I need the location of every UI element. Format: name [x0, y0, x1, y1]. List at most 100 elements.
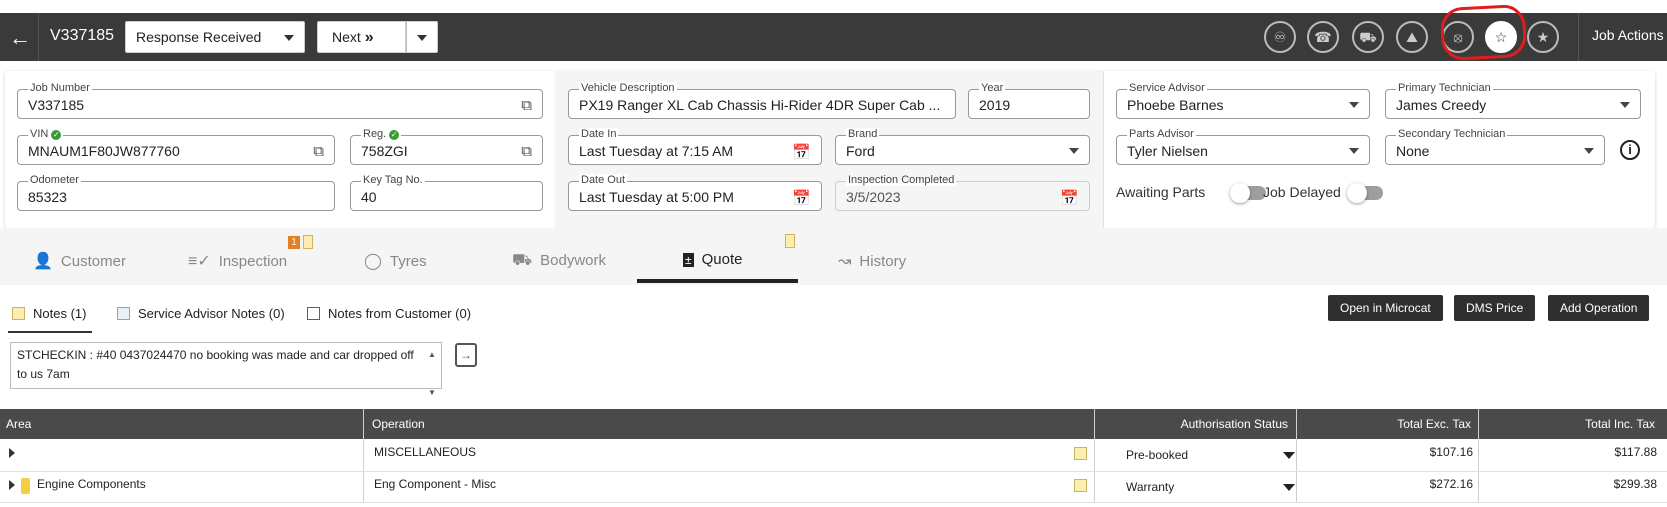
- row-status[interactable]: Warranty: [1126, 480, 1174, 494]
- date-out-label: Date Out: [579, 174, 628, 186]
- tab-label: Quote: [701, 251, 743, 268]
- vehicle-description-field[interactable]: Vehicle Description PX19 Ranger XL Cab C…: [568, 82, 956, 119]
- service-advisor-value: Phoebe Barnes: [1127, 97, 1224, 113]
- vin-field[interactable]: VIN ✓ MNAUM1F80JW877760 ⧉: [17, 128, 335, 165]
- notes-tab[interactable]: Notes (1): [12, 306, 86, 321]
- next-button[interactable]: Next »: [317, 21, 406, 53]
- service-advisor-select[interactable]: Service Advisor Phoebe Barnes: [1116, 82, 1370, 119]
- toggle-knob: [1347, 183, 1367, 203]
- notes-from-customer-tab[interactable]: Notes from Customer (0): [307, 306, 471, 321]
- waiting-customer-icon[interactable]: ♾: [1264, 21, 1296, 53]
- note-icon[interactable]: [1074, 479, 1087, 492]
- job-number-field[interactable]: Job Number V337185 ⧉: [17, 82, 543, 119]
- job-status-select[interactable]: Response Received: [125, 21, 305, 53]
- row-total-inc: $299.38: [1613, 477, 1657, 491]
- copy-icon[interactable]: ⧉: [313, 143, 324, 160]
- award-icon[interactable]: ★: [1527, 21, 1559, 53]
- secondary-technician-label: Secondary Technician: [1396, 128, 1508, 140]
- column-authorisation-status[interactable]: Authorisation Status: [1181, 409, 1288, 439]
- open-in-microcat-button[interactable]: Open in Microcat: [1328, 295, 1443, 321]
- key-tag-label: Key Tag No.: [361, 174, 425, 186]
- chevron-down-icon: [1620, 102, 1630, 108]
- date-out-value: Last Tuesday at 5:00 PM: [579, 189, 734, 205]
- odometer-field[interactable]: Odometer 85323: [17, 174, 335, 211]
- primary-technician-label: Primary Technician: [1396, 82, 1493, 94]
- copy-icon[interactable]: ⧉: [521, 97, 532, 114]
- job-delayed-toggle[interactable]: [1347, 183, 1383, 203]
- job-actions-button[interactable]: Job Actions: [1592, 27, 1664, 43]
- tab-customer[interactable]: 👤 Customer: [33, 228, 126, 285]
- expand-row-icon[interactable]: [9, 448, 15, 458]
- column-divider: [363, 409, 364, 503]
- car-wash-icon[interactable]: ⛰: [1396, 21, 1428, 53]
- phone-icon[interactable]: ☎: [1307, 21, 1339, 53]
- row-status[interactable]: Pre-booked: [1126, 448, 1188, 462]
- chevron-down-icon: [1069, 148, 1079, 154]
- verified-check-icon: ✓: [389, 130, 400, 140]
- chevron-down-icon: [1349, 102, 1359, 108]
- key-tag-field[interactable]: Key Tag No. 40: [350, 174, 543, 211]
- chevron-down-icon[interactable]: [1283, 484, 1295, 491]
- column-operation[interactable]: Operation: [372, 409, 425, 439]
- brand-value: Ford: [846, 143, 875, 159]
- back-arrow-icon[interactable]: ←: [8, 26, 32, 50]
- copy-icon[interactable]: ⧉: [521, 143, 532, 160]
- copy-note-icon[interactable]: →: [455, 343, 477, 367]
- tab-quote[interactable]: ± Quote: [683, 228, 742, 285]
- row-area: Engine Components: [37, 477, 146, 491]
- tab-tyres[interactable]: ◯ Tyres: [364, 228, 427, 285]
- job-number-value: V337185: [28, 97, 85, 113]
- tab-history[interactable]: ↝ History: [838, 228, 906, 285]
- car-icon: ⛟: [512, 252, 533, 269]
- vehicle-description-label: Vehicle Description: [579, 82, 677, 94]
- inspection-completed-label: Inspection Completed: [846, 174, 957, 186]
- reg-label: Reg. ✓: [361, 128, 402, 140]
- note-blue-icon: [117, 307, 130, 320]
- chevron-down-icon: [284, 35, 294, 41]
- expand-row-icon[interactable]: [9, 480, 15, 490]
- date-in-field[interactable]: Date In Last Tuesday at 7:15 AM 📅: [568, 128, 822, 165]
- date-in-label: Date In: [579, 128, 619, 140]
- dms-price-button[interactable]: DMS Price: [1454, 295, 1536, 321]
- year-label: Year: [979, 82, 1006, 94]
- person-icon: 👤: [33, 253, 53, 270]
- service-advisor-notes-tab[interactable]: Service Advisor Notes (0): [117, 306, 285, 321]
- brand-select[interactable]: Brand Ford: [835, 128, 1090, 165]
- note-yellow-icon: [12, 307, 25, 320]
- chevron-down-icon[interactable]: [1283, 452, 1295, 459]
- next-label: Next: [332, 29, 361, 45]
- column-total-inc-tax[interactable]: Total Inc. Tax: [1585, 409, 1655, 439]
- secondary-technician-select[interactable]: Secondary Technician None: [1385, 128, 1605, 165]
- column-area[interactable]: Area: [6, 409, 31, 439]
- calculator-icon: ±: [683, 253, 694, 267]
- note-textarea[interactable]: STCHECKIN : #40 0437024470 no booking wa…: [10, 342, 442, 397]
- tyre-icon: ◯: [364, 253, 382, 270]
- add-operation-button[interactable]: Add Operation: [1548, 295, 1650, 321]
- note-icon[interactable]: [1074, 447, 1087, 460]
- chart-line-icon: ↝: [838, 253, 852, 270]
- tab-label: Tyres: [389, 253, 427, 270]
- date-out-field[interactable]: Date Out Last Tuesday at 5:00 PM 📅: [568, 174, 822, 211]
- awaiting-parts-label: Awaiting Parts: [1116, 184, 1206, 200]
- tow-truck-icon[interactable]: ⛟: [1352, 21, 1384, 53]
- scroll-arrows-icon[interactable]: ▲ ▼: [425, 345, 439, 397]
- row-divider: [0, 502, 1667, 503]
- column-total-exc-tax[interactable]: Total Exc. Tax: [1397, 409, 1471, 439]
- next-menu-button[interactable]: [406, 21, 438, 53]
- brand-label: Brand: [846, 128, 880, 140]
- tab-label: Customer: [60, 253, 126, 270]
- calendar-icon[interactable]: 📅: [792, 143, 811, 161]
- calendar-icon[interactable]: 📅: [792, 189, 811, 207]
- area-marker-icon: [21, 478, 30, 494]
- reg-field[interactable]: Reg. ✓ 758ZGI ⧉: [350, 128, 543, 165]
- tab-label: Inspection: [218, 253, 288, 270]
- year-field[interactable]: Year 2019: [968, 82, 1090, 119]
- year-value: 2019: [979, 97, 1011, 113]
- reg-value: 758ZGI: [361, 143, 408, 159]
- tab-inspection[interactable]: ≡✓ Inspection: [188, 228, 287, 285]
- parts-advisor-select[interactable]: Parts Advisor Tyler Nielsen: [1116, 128, 1370, 165]
- awaiting-parts-toggle[interactable]: [1230, 183, 1266, 203]
- tab-bodywork[interactable]: ⛟ Bodywork: [512, 228, 606, 285]
- primary-technician-select[interactable]: Primary Technician James Creedy: [1385, 82, 1641, 119]
- info-icon[interactable]: i: [1620, 140, 1640, 160]
